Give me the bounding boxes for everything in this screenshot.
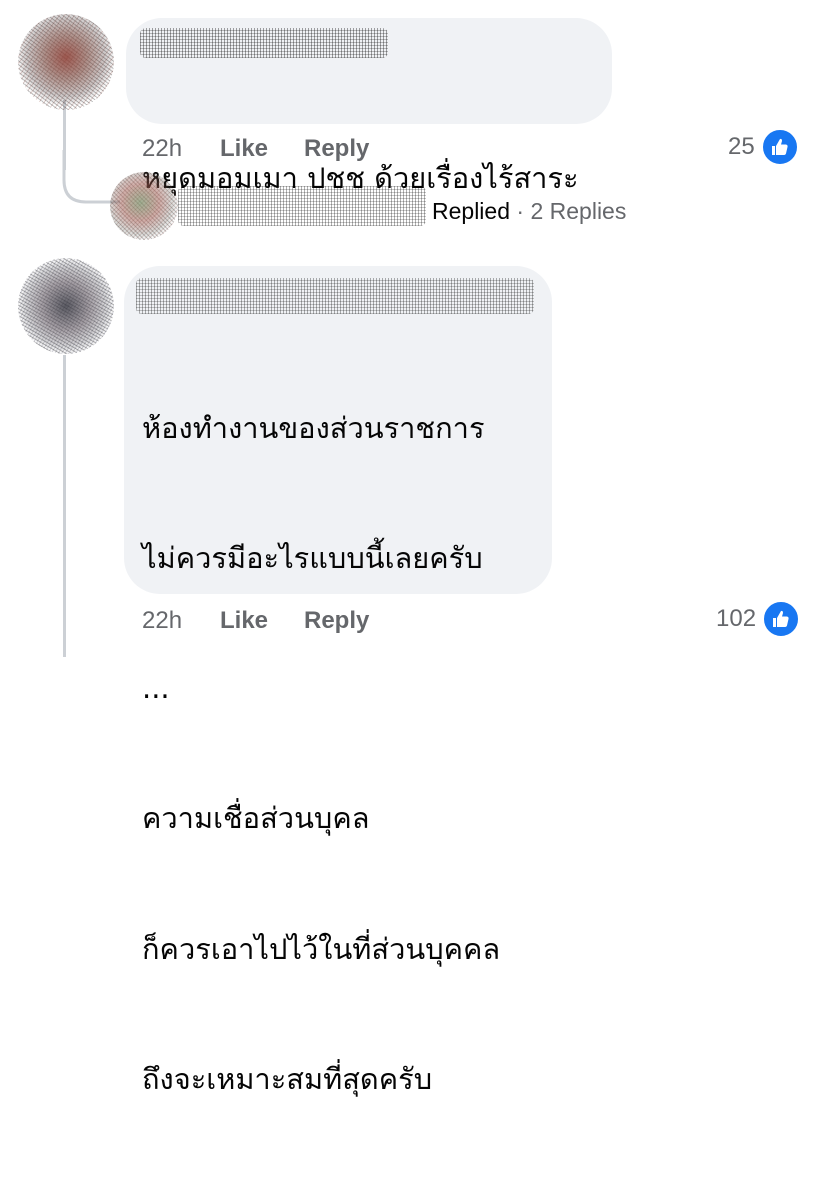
reaction-count: 25	[728, 133, 755, 160]
comment-line: ...	[142, 671, 170, 706]
comment-line: ก็ควรเอาไปไว้ในที่ส่วนบุคคล	[142, 931, 501, 966]
avatar-commenter-1[interactable]	[18, 14, 114, 110]
reply-separator: ·	[510, 198, 531, 224]
comment-line: ไม่ควรมีอะไรแบบนี้เลยครับ	[142, 541, 483, 576]
replier-name-redacted[interactable]	[178, 186, 426, 226]
replies-count: 2 Replies	[530, 198, 627, 224]
reply-button[interactable]: Reply	[304, 606, 369, 636]
avatar-commenter-2[interactable]	[18, 258, 114, 354]
replies-link[interactable]: Replied · 2 Replies	[432, 191, 626, 231]
like-button[interactable]: Like	[220, 606, 268, 636]
author-name-redacted[interactable]	[136, 278, 534, 314]
avatar-replier[interactable]	[110, 172, 178, 240]
comment-actions-2: 22h Like Reply	[142, 606, 542, 636]
comment-text: หยุดมอมเมา ปชช ด้วยเรื่องไร้สาระ	[142, 70, 579, 287]
like-button[interactable]: Like	[220, 134, 268, 164]
like-thumb-icon	[762, 600, 801, 638]
reaction-count: 102	[716, 605, 757, 632]
comment-actions-1: 22h Like Reply	[142, 134, 542, 164]
reaction-summary-1[interactable]: 25	[728, 128, 799, 166]
comment-text: ห้องทำงานของส่วนราชการ ไม่ควรมีอะไรแบบนี…	[142, 320, 500, 1188]
timestamp[interactable]: 22h	[142, 606, 182, 636]
reply-button[interactable]: Reply	[304, 134, 369, 164]
comment-line: ความเชื่อส่วนบุคล	[142, 801, 370, 836]
comment-bubble-1: หยุดมอมเมา ปชช ด้วยเรื่องไร้สาระ	[126, 18, 612, 195]
thread-line-2	[63, 355, 66, 657]
comment-bubble-2: ห้องทำงานของส่วนราชการ ไม่ควรมีอะไรแบบนี…	[124, 266, 552, 1096]
replied-label: Replied	[432, 198, 510, 224]
comment-line: ถึงจะเหมาะสมที่สุดครับ	[142, 1061, 433, 1096]
author-name-redacted[interactable]	[140, 28, 388, 58]
reaction-summary-2[interactable]: 102	[716, 600, 801, 638]
timestamp[interactable]: 22h	[142, 134, 182, 164]
comment-line: ห้องทำงานของส่วนราชการ	[142, 410, 485, 445]
like-thumb-icon	[760, 128, 799, 166]
